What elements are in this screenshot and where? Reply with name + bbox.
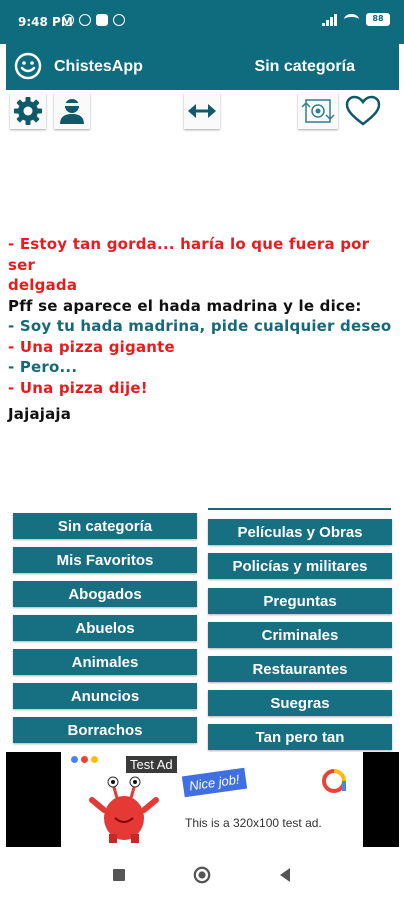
category-button-sin-categoria[interactable]: Sin categoría: [13, 513, 197, 539]
user-icon: [60, 99, 84, 124]
joke-line: - Pero...: [8, 358, 78, 376]
app-title: ChistesApp: [54, 58, 143, 75]
heart-icon: [345, 95, 381, 126]
joke-line: - Una pizza gigante: [8, 337, 175, 356]
category-button-restaurantes[interactable]: Restaurantes: [208, 656, 392, 682]
youtube-icon: [96, 14, 108, 26]
category-button-animales[interactable]: Animales: [13, 649, 197, 675]
category-button-policias-y-militares[interactable]: Policías y militares: [208, 553, 392, 579]
category-button-abogados[interactable]: Abogados: [13, 581, 197, 607]
joke-line: - Estoy tan gorda... haría lo que fuera …: [8, 235, 370, 274]
status-bar: 9:48 PM 88: [0, 0, 404, 44]
favorite-button[interactable]: [344, 93, 382, 129]
joke-line: - Una pizza dije!: [8, 378, 148, 397]
category-button-preguntas[interactable]: Preguntas: [208, 588, 392, 614]
swap-arrows-icon: [188, 104, 216, 118]
joke-line: Pff se aparece el hada madrina y le dice…: [8, 296, 362, 315]
joke-line: delgada: [8, 276, 78, 294]
ad-logo-icon: [322, 769, 346, 793]
whatsapp-icon: [79, 14, 91, 26]
category-divider: [208, 508, 391, 510]
app-header: ChistesApp Sin categoría: [6, 44, 399, 90]
joke-line: - Soy tu hada madrina, pide cualquier de…: [8, 317, 392, 335]
joke-line: Jajajaja: [8, 405, 72, 423]
ad-label: Test Ad: [126, 756, 177, 773]
category-button-anuncios[interactable]: Anuncios: [13, 683, 197, 709]
category-button-mis-favoritos[interactable]: Mis Favoritos: [13, 547, 197, 573]
back-button[interactable]: [276, 866, 294, 884]
share-image-button[interactable]: [298, 93, 338, 129]
home-button[interactable]: [193, 866, 211, 884]
ad-content[interactable]: Nice job! This is a 320x100 test ad.: [61, 752, 363, 847]
ad-brand-dots: [71, 756, 98, 763]
settings-button[interactable]: [10, 93, 46, 129]
current-category-title: Sin categoría: [254, 58, 355, 75]
recents-button[interactable]: [110, 866, 128, 884]
swap-button[interactable]: [184, 93, 220, 129]
status-notification-icons: [62, 14, 125, 26]
home-circle-icon: [193, 866, 211, 884]
category-button-criminales[interactable]: Criminales: [208, 622, 392, 648]
category-button-borrachos[interactable]: Borrachos: [13, 717, 197, 743]
profile-button[interactable]: [54, 93, 90, 129]
category-button-tan-pero-tan[interactable]: Tan pero tan: [208, 724, 392, 750]
category-button-peliculas-y-obras[interactable]: Películas y Obras: [208, 519, 392, 545]
ad-badge: Nice job!: [181, 767, 247, 798]
smiley-icon: [14, 52, 42, 80]
signal-icon: [322, 13, 337, 26]
back-triangle-icon: [280, 868, 290, 882]
ad-mascot-image: [89, 776, 159, 843]
joke-text: - Estoy tan gorda... haría lo que fuera …: [8, 234, 398, 425]
gear-icon: [14, 97, 42, 125]
category-button-abuelos[interactable]: Abuelos: [13, 615, 197, 641]
battery-icon: 88: [366, 13, 390, 26]
category-button-suegras[interactable]: Suegras: [208, 690, 392, 716]
status-system-icons: 88: [322, 13, 390, 26]
ad-banner[interactable]: Nice job! This is a 320x100 test ad. Tes…: [6, 752, 399, 847]
ad-description: This is a 320x100 test ad.: [185, 816, 322, 830]
share-image-icon: [301, 99, 335, 123]
notification-icon: [62, 14, 74, 26]
recents-square-icon: [113, 869, 125, 881]
system-navigation-bar: [0, 847, 404, 900]
whatsapp-icon: [113, 14, 125, 26]
wifi-icon: [344, 14, 359, 25]
